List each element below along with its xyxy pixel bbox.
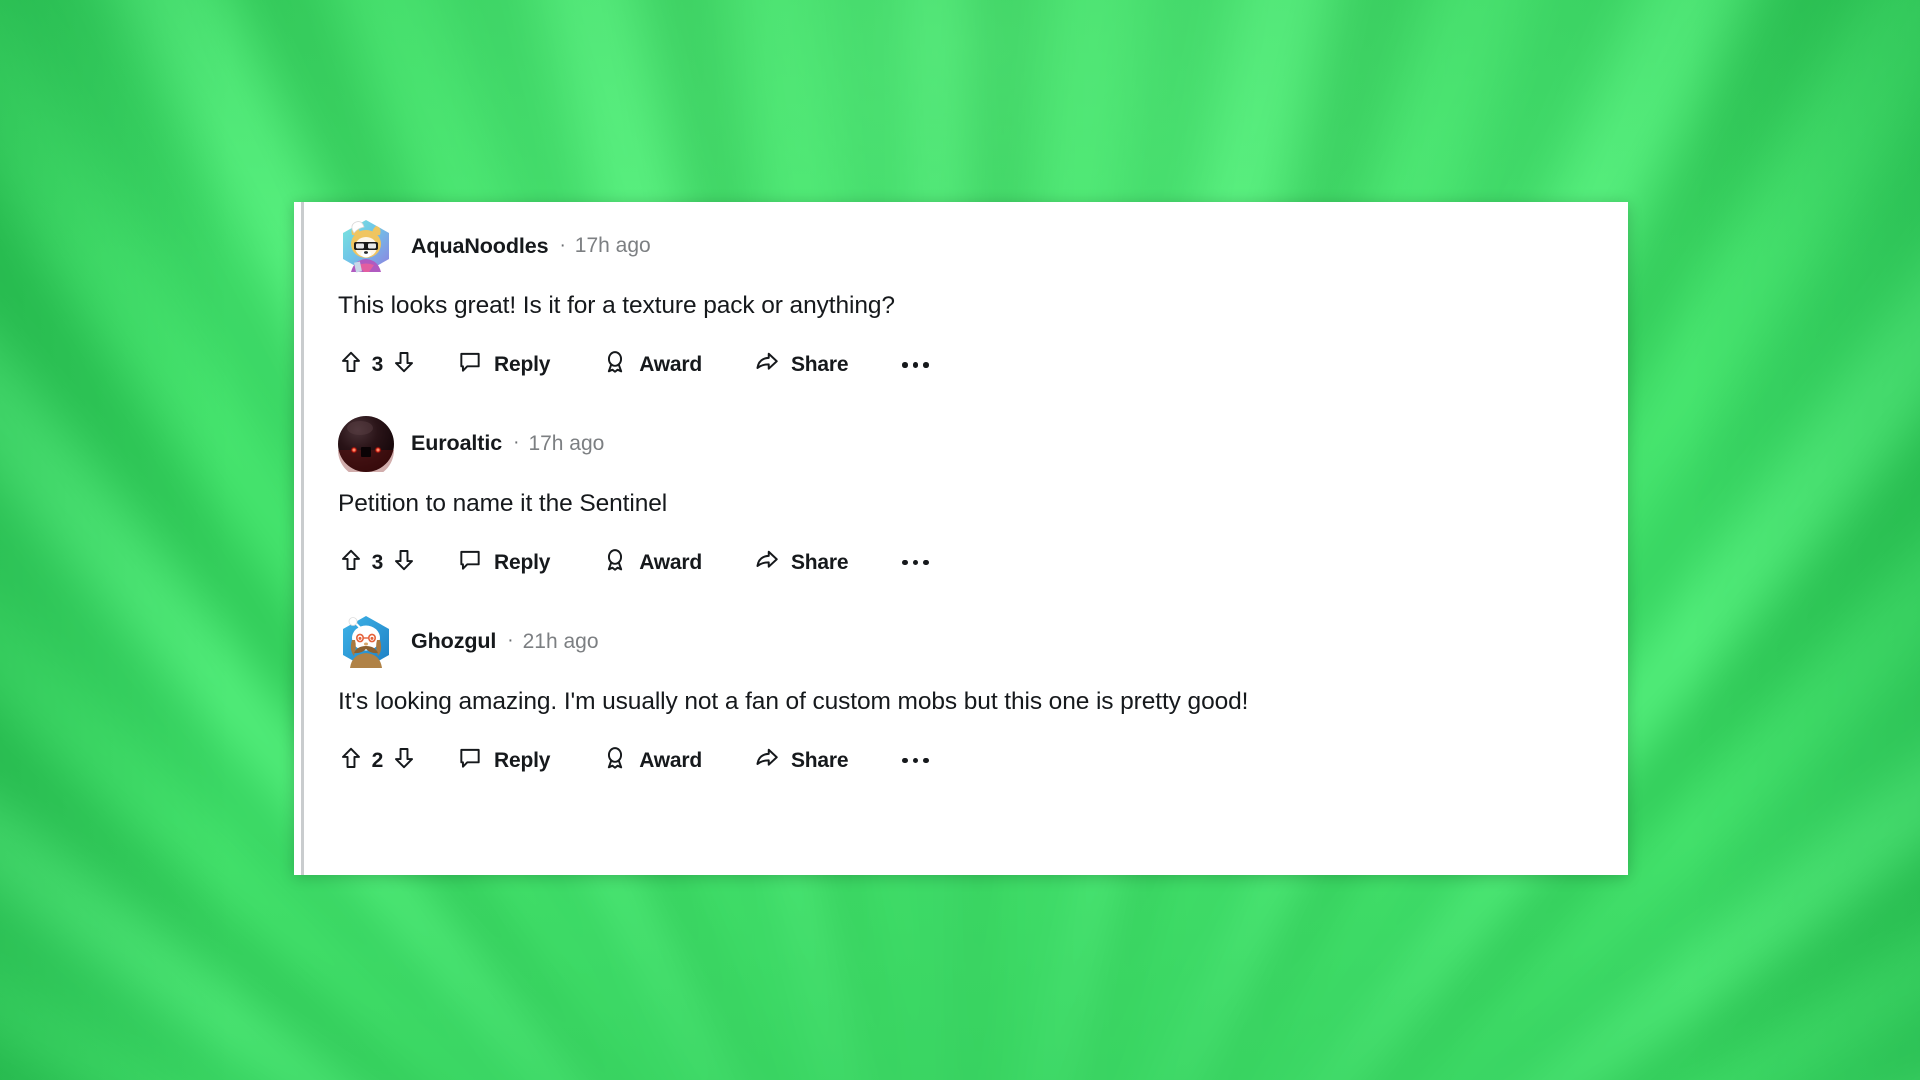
reply-button[interactable]: Reply [457,745,550,777]
avatar-shiba-sunglasses[interactable] [338,218,394,274]
upvote-arrow-icon[interactable] [338,745,364,776]
comment-body-text: This looks great! Is it for a texture pa… [338,292,895,319]
share-arrow-icon [754,745,780,777]
comment-list: AquaNoodles · 17h ago This looks great! … [294,202,1628,875]
share-button[interactable]: Share [754,547,849,579]
comment-action-bar: 3 Reply Award Share [338,542,1628,584]
vote-count: 2 [371,748,384,772]
share-button[interactable]: Share [754,349,849,381]
reply-button[interactable]: Reply [457,349,550,381]
award-label: Award [639,748,702,772]
overflow-menu-icon[interactable] [898,752,933,770]
comment-action-bar: 2 Reply Award Share [338,740,1628,782]
reply-label: Reply [494,550,551,574]
comment-body-text: It's looking amazing. I'm usually not a … [338,687,1249,715]
comment-card: AquaNoodles · 17h ago This looks great! … [294,202,1628,875]
share-arrow-icon [754,349,780,381]
comment-item: Euroaltic · 17h ago Petition to name it … [294,386,1628,584]
comment-timestamp: 21h ago [522,629,599,653]
comment-meta-separator: · [507,630,514,652]
overflow-menu-icon[interactable] [898,356,933,374]
downvote-arrow-icon[interactable] [391,349,417,380]
vote-count: 3 [371,550,384,574]
share-label: Share [791,352,849,376]
comment-header: Euroaltic · 17h ago [338,415,1628,473]
share-label: Share [791,748,849,772]
comment-bubble-icon [457,745,483,777]
comment-author[interactable]: AquaNoodles [411,234,549,259]
overflow-menu-icon[interactable] [898,554,933,572]
upvote-arrow-icon[interactable] [338,349,364,380]
share-button[interactable]: Share [754,745,849,777]
vote-group: 3 [338,547,417,578]
reply-label: Reply [494,748,551,772]
comment-author[interactable]: Ghozgul [411,629,496,654]
award-button[interactable]: Award [602,745,702,777]
share-label: Share [791,550,849,574]
comment-meta-separator: · [559,234,566,256]
award-label: Award [639,550,702,574]
award-ribbon-icon [602,547,628,579]
vote-group: 2 [338,745,417,776]
reply-label: Reply [494,352,551,376]
upvote-arrow-icon[interactable] [338,547,364,578]
award-label: Award [639,352,702,376]
comment-item: AquaNoodles · 17h ago This looks great! … [294,202,1628,386]
award-ribbon-icon [602,745,628,777]
comment-bubble-icon [457,547,483,579]
award-ribbon-icon [602,349,628,381]
vote-count: 3 [371,352,384,376]
comment-header: Ghozgul · 21h ago [338,613,1628,671]
comment-author[interactable]: Euroaltic [411,431,502,456]
downvote-arrow-icon[interactable] [391,547,417,578]
vote-group: 3 [338,349,417,380]
comment-meta-separator: · [513,432,520,454]
share-arrow-icon [754,547,780,579]
comment-item: Ghozgul · 21h ago It's looking amazing. … [294,584,1628,782]
downvote-arrow-icon[interactable] [391,745,417,776]
comment-timestamp: 17h ago [574,234,651,257]
comment-header: AquaNoodles · 17h ago [338,217,1628,275]
award-button[interactable]: Award [602,349,702,381]
avatar-dark-sphere-red-eyes[interactable] [338,415,394,472]
comment-action-bar: 3 Reply Award Share [338,344,1628,386]
comment-body-text: Petition to name it the Sentinel [338,489,668,517]
award-button[interactable]: Award [602,547,702,579]
comment-bubble-icon [457,349,483,381]
reply-button[interactable]: Reply [457,547,550,579]
avatar-snoo-mustache-blue[interactable] [338,614,394,670]
comment-timestamp: 17h ago [528,431,605,455]
